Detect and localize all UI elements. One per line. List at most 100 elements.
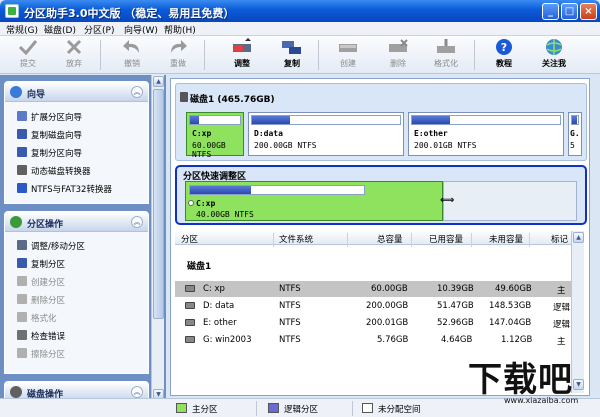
col-free[interactable]: 未用容量 — [489, 233, 523, 245]
menu-wizard[interactable]: 向导(W) — [124, 23, 158, 36]
resize-handle-icon[interactable]: ⟺ — [440, 195, 454, 206]
table-row[interactable]: E: other NTFS 200.01GB 52.96GB 147.04GB … — [175, 315, 571, 331]
collapse-icon[interactable]: ︽ — [131, 216, 143, 228]
toolbar-separator — [474, 40, 475, 70]
wizard-group-header[interactable]: 向导 ︽ — [5, 82, 148, 102]
column-divider — [471, 233, 472, 247]
wizard-item[interactable]: 复制磁盘向导 — [17, 129, 82, 143]
partition-block[interactable]: E:other 200.01GB NTFS — [408, 112, 564, 156]
disk-map: 磁盘1 (465.76GB) C:xp 60.00GB NTFS D:data … — [175, 83, 587, 161]
copy-icon — [17, 258, 27, 268]
scroll-thumb[interactable] — [153, 89, 164, 319]
col-partition[interactable]: 分区 — [181, 233, 198, 245]
close-button[interactable]: × — [580, 3, 597, 20]
format-button[interactable]: 格式化 — [428, 38, 464, 72]
wizard-item[interactable]: 扩展分区向导 — [17, 111, 82, 125]
partition-op-item[interactable]: 检查错误 — [17, 330, 65, 344]
table-row[interactable]: C: xp NTFS 60.00GB 10.39GB 49.60GB 主 — [175, 281, 571, 297]
legend-separator — [352, 401, 353, 416]
partition-op-item[interactable]: 复制分区 — [17, 258, 65, 272]
col-used[interactable]: 已用容量 — [429, 233, 463, 245]
wizard-item[interactable]: 动态磁盘转换器 — [17, 165, 91, 179]
unallocated-space[interactable] — [443, 181, 577, 221]
copy-button[interactable]: 复制 — [274, 38, 310, 72]
create-partition-icon — [339, 44, 357, 52]
collapse-icon[interactable]: ︽ — [131, 386, 143, 398]
partition-ops-header[interactable]: 分区操作 ︽ — [5, 212, 148, 232]
undo-icon — [123, 40, 139, 53]
drive-icon — [185, 319, 195, 326]
partition-op-item[interactable]: 删除分区 — [17, 294, 65, 308]
wizard-group: 向导 ︽ 扩展分区向导 复制磁盘向导 复制分区向导 动态磁盘转换器 NTFS与F… — [4, 81, 149, 204]
partition-op-item[interactable]: 调整/移动分区 — [17, 240, 85, 254]
watermark: 下载吧 www.xiazaiba.com — [468, 352, 598, 412]
menu-bar: 常规(G) 磁盘(D) 分区(P) 向导(W) 帮助(H) — [0, 22, 600, 36]
menu-general[interactable]: 常规(G) — [6, 23, 38, 36]
partition-op-item[interactable]: 格式化 — [17, 312, 57, 326]
partition-block[interactable]: C:xp 60.00GB NTFS — [186, 112, 244, 159]
minimize-button[interactable]: _ — [542, 3, 559, 20]
adjust-button[interactable]: 调整 — [224, 38, 260, 72]
title-bar: 分区助手3.0中文版 （稳定、易用且免费） _ □ × — [0, 0, 600, 22]
collapse-icon[interactable]: ︽ — [131, 86, 143, 98]
check-icon — [18, 40, 38, 56]
create-button[interactable]: 创建 — [330, 38, 366, 72]
table-row[interactable]: D: data NTFS 200.00GB 51.47GB 148.53GB 逻… — [175, 298, 571, 314]
partition-ops-icon — [10, 216, 22, 228]
partition-op-item[interactable]: 擦除分区 — [17, 348, 65, 362]
scroll-up-icon[interactable]: ▲ — [153, 76, 164, 87]
toolbar-separator — [318, 40, 319, 70]
col-flag[interactable]: 标记 — [551, 233, 568, 245]
format-icon — [17, 312, 27, 322]
check-icon — [17, 330, 27, 340]
follow-button[interactable]: 关注我 — [536, 38, 572, 72]
col-filesystem[interactable]: 文件系统 — [279, 233, 313, 245]
help-icon: ? — [496, 39, 512, 55]
unallocated-swatch — [362, 403, 373, 413]
toolbar-separator — [204, 40, 205, 70]
usage-bar — [251, 115, 401, 125]
usage-fill — [412, 116, 451, 124]
maximize-button[interactable]: □ — [561, 3, 578, 20]
partition-op-item[interactable]: 创建分区 — [17, 276, 65, 290]
wizard-item[interactable]: 复制分区向导 — [17, 147, 82, 161]
column-divider — [411, 233, 412, 247]
wizard-item[interactable]: NTFS与FAT32转换器 — [17, 183, 112, 197]
partition-block[interactable]: G. 5 — [568, 112, 582, 156]
discard-button[interactable]: 放弃 — [56, 38, 92, 72]
menu-disk[interactable]: 磁盘(D) — [44, 23, 76, 36]
legend-separator — [256, 401, 257, 416]
task-panel: 向导 ︽ 扩展分区向导 复制磁盘向导 复制分区向导 动态磁盘转换器 NTFS与F… — [0, 75, 166, 402]
scroll-up-icon[interactable]: ▲ — [573, 232, 584, 243]
disk-icon — [180, 92, 188, 102]
resize-partition-icon — [233, 38, 251, 52]
copy-partition-icon — [17, 147, 27, 157]
radio-icon — [188, 200, 194, 206]
usage-fill — [572, 116, 577, 124]
convert-icon — [17, 183, 27, 193]
drive-icon — [185, 336, 195, 343]
left-scrollbar[interactable]: ▲ ▼ — [151, 75, 164, 402]
delete-partition-icon — [389, 39, 408, 52]
quick-adjust-area: 分区快速调整区 C:xp 40.00GB NTFS ⟺ — [175, 165, 587, 225]
menu-help[interactable]: 帮助(H) — [164, 23, 196, 36]
cross-icon — [66, 39, 82, 55]
partition-block[interactable]: D:data 200.00GB NTFS — [248, 112, 404, 156]
menu-partition[interactable]: 分区(P) — [84, 23, 114, 36]
usage-bar — [189, 185, 365, 195]
undo-button[interactable]: 撤销 — [114, 38, 150, 72]
usage-bar — [411, 115, 561, 125]
primary-swatch — [176, 403, 187, 413]
tutorial-button[interactable]: ? 教程 — [486, 38, 522, 72]
column-divider — [347, 233, 348, 247]
col-total[interactable]: 总容量 — [377, 233, 403, 245]
globe-icon — [546, 39, 562, 55]
redo-button[interactable]: 重做 — [160, 38, 196, 72]
legend-unallocated: 未分配空间 — [362, 403, 421, 415]
watermark-logo: 下载吧 — [468, 360, 573, 400]
table-row[interactable]: G: win2003 NTFS 5.76GB 4.64GB 1.12GB 主 — [175, 332, 571, 348]
commit-button[interactable]: 提交 — [10, 38, 46, 72]
quick-partition[interactable]: C:xp 40.00GB NTFS — [185, 181, 443, 221]
delete-button[interactable]: 删除 — [380, 38, 416, 72]
dynamic-disk-icon — [17, 165, 27, 175]
